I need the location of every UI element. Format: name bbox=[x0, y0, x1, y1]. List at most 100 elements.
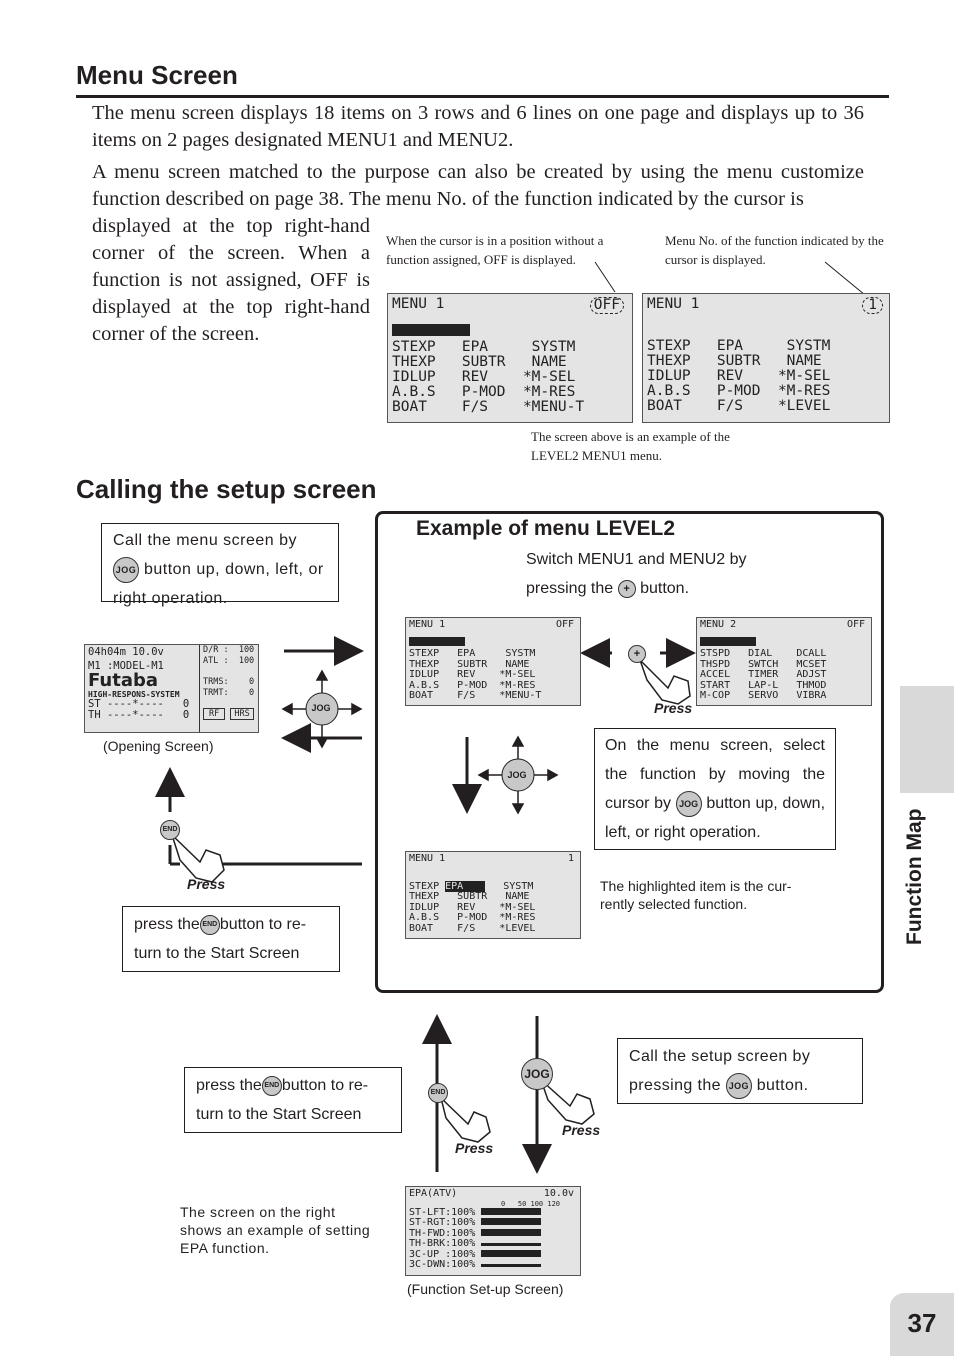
corner-indicator: OFF bbox=[846, 619, 865, 630]
menu-row: BOAT F/S *LEVEL bbox=[647, 398, 831, 414]
press-label: Press bbox=[455, 1140, 494, 1156]
menu-row: IDLUP REV *M-SEL bbox=[647, 368, 831, 384]
cursor-bar bbox=[700, 636, 756, 646]
menu-row: STEXP EPA SYSTM bbox=[392, 339, 576, 355]
section-title-setup: Calling the setup screen bbox=[76, 474, 377, 504]
corner-indicator: 1 bbox=[567, 853, 574, 864]
lcd-level2-selected: MENU 1 1 STEXP EPA SYSTM THEXP SUBTR NAM… bbox=[405, 851, 581, 939]
epa-bar bbox=[481, 1218, 542, 1225]
trms-value: TRMS: 0 bbox=[203, 677, 255, 687]
jog-button-icon: JOG bbox=[725, 1072, 752, 1099]
page-number: 37 bbox=[890, 1293, 954, 1356]
rf-indicator: RF bbox=[203, 708, 226, 720]
cursor-bar bbox=[409, 636, 465, 646]
corner-indicator: OFF bbox=[555, 619, 574, 630]
menu-row: STEXP EPA SYSTM bbox=[409, 648, 536, 659]
epa-note: The screen on the right shows an example… bbox=[180, 1204, 371, 1256]
hrs-indicator: HRS bbox=[230, 708, 254, 720]
epa-bar bbox=[481, 1243, 542, 1246]
call-menu-text-2: button up, down, left, or right operatio… bbox=[113, 561, 324, 607]
menu-row: STEXP EPA SYSTM bbox=[647, 338, 831, 354]
jog-button-icon: JOG bbox=[675, 790, 702, 817]
menu-row: ACCEL TIMER ADJST bbox=[700, 669, 827, 680]
lcd-title: MENU 1 bbox=[647, 296, 700, 312]
voltage: 10.0v bbox=[543, 1188, 574, 1199]
epa-bar bbox=[481, 1207, 542, 1215]
switch-text-2: pressing the bbox=[526, 580, 614, 597]
select-function-box: On the menu screen, select the function … bbox=[594, 728, 836, 850]
lcd-menu1-off: MENU 1 OFF STEXP EPA SYSTM THEXP SUBTR N… bbox=[387, 293, 633, 423]
menu-item: SYSTM bbox=[485, 880, 534, 892]
lcd-title: MENU 1 bbox=[392, 296, 445, 312]
menu-item: STEXP bbox=[409, 880, 446, 892]
end-button-icon: END bbox=[199, 914, 220, 935]
press-label: Press bbox=[562, 1122, 601, 1138]
jog-button-icon: JOG bbox=[113, 556, 139, 583]
opening-caption: (Opening Screen) bbox=[103, 738, 214, 754]
opening-right-panel: D/R : 100 ATL : 100 TRMS: 0 TRMT: 0 RF H… bbox=[199, 645, 258, 732]
selected-item: EPA bbox=[445, 880, 486, 892]
jog-dial-icon: JOG bbox=[311, 703, 331, 713]
manual-page: Menu Screen The menu screen displays 18 … bbox=[0, 0, 954, 1356]
end-button-icon: END bbox=[160, 820, 180, 840]
lcd-menu1-number: MENU 1 1 STEXP EPA SYSTM THEXP SUBTR NAM… bbox=[642, 293, 890, 423]
epa-row: 3C-DWN:100% bbox=[409, 1259, 476, 1270]
epa-row: ST-RGT:100% bbox=[409, 1217, 476, 1228]
call-menu-box: Call the menu screen by JOG button up, d… bbox=[101, 523, 339, 607]
menu-row: M-COP SERVO VIBRA bbox=[700, 690, 827, 701]
menu-row: IDLUP REV *M-SEL bbox=[392, 369, 576, 385]
epa-bar bbox=[481, 1264, 542, 1267]
side-tab bbox=[900, 686, 954, 793]
menu-row: A.B.S P-MOD *M-RES bbox=[409, 912, 536, 923]
lcd-opening-screen: 04h04m 10.0v M1 :MODEL-M1 Futaba HIGH-RE… bbox=[84, 644, 259, 733]
menu-row: BOAT F/S *MENU-T bbox=[409, 690, 542, 701]
menu-row: A.B.S P-MOD *M-RES bbox=[392, 384, 576, 400]
switch-text-3: button. bbox=[640, 580, 690, 597]
return-start-box-2: press the END button to re-turn to the Sta… bbox=[184, 1067, 402, 1133]
menu-para-2-cont: displayed at the top right-hand corner o… bbox=[92, 215, 370, 345]
press-label: Press bbox=[654, 700, 693, 716]
return-text: press the bbox=[196, 1077, 262, 1094]
menu-row: A.B.S P-MOD *M-RES bbox=[647, 383, 831, 399]
epa-row: ST-LFT:100% bbox=[409, 1206, 476, 1218]
trmt-value: TRMT: 0 bbox=[203, 688, 255, 698]
epa-row: TH-FWD:100% bbox=[409, 1227, 476, 1239]
end-button-icon: END bbox=[428, 1083, 448, 1103]
call-setup-text-2: button. bbox=[756, 1077, 809, 1094]
menu-row: BOAT F/S *LEVEL bbox=[409, 922, 536, 934]
menu-para-2: A menu screen matched to the purpose can… bbox=[92, 161, 864, 210]
plus-button-icon: + bbox=[628, 645, 646, 663]
return-text: press the bbox=[134, 916, 200, 933]
call-menu-text: Call the menu screen by bbox=[113, 532, 298, 549]
epa-bar bbox=[481, 1249, 542, 1257]
jog-button-icon: JOG bbox=[521, 1058, 553, 1090]
press-label: Press bbox=[187, 876, 226, 892]
menu-row: THEXP SUBTR NAME bbox=[409, 891, 530, 902]
atl-value: ATL : 100 bbox=[203, 656, 255, 666]
menu-row: IDLUP REV *M-SEL bbox=[409, 669, 536, 680]
cursor-bar bbox=[392, 324, 470, 336]
menu-caption: The screen above is an example of the LE… bbox=[531, 429, 730, 463]
menu-row: THEXP SUBTR NAME bbox=[647, 353, 822, 369]
lcd-epa-setup: EPA(ATV) 10.0v 0 50 100 120 ST-LFT:100% … bbox=[405, 1186, 581, 1276]
switch-note: Switch MENU1 and MENU2 by pressing the +… bbox=[526, 545, 826, 603]
epa-bar bbox=[481, 1228, 542, 1236]
side-tab-label: Function Map bbox=[903, 808, 926, 945]
lcd-level2-menu2: MENU 2 OFF STSPD DIAL DCALL THSPD SWTCH … bbox=[696, 617, 872, 706]
lcd-title: MENU 1 bbox=[409, 619, 446, 630]
lcd-level2-menu1: MENU 1 OFF STEXP EPA SYSTM THEXP SUBTR N… bbox=[405, 617, 581, 706]
menu-row: BOAT F/S *MENU-T bbox=[392, 399, 585, 415]
return-start-box-1: press the END button to re-turn to the Sta… bbox=[122, 906, 340, 972]
call-setup-box: Call the setup screen by pressing the JO… bbox=[617, 1038, 863, 1104]
level2-title: Example of menu LEVEL2 bbox=[416, 517, 676, 540]
menu-row: THEXP SUBTR NAME bbox=[392, 354, 567, 370]
lcd-title: MENU 2 bbox=[700, 619, 737, 630]
function-setup-caption: (Function Set-up Screen) bbox=[407, 1281, 564, 1297]
epa-row: 3C-UP :100% bbox=[409, 1248, 476, 1260]
menu-para-1: The menu screen displays 18 items on 3 r… bbox=[92, 102, 864, 151]
switch-text: Switch MENU1 and MENU2 by bbox=[526, 551, 747, 568]
corner-off-indicator: OFF bbox=[589, 297, 624, 314]
corner-menu-number: 1 bbox=[862, 297, 883, 314]
jog-dial-icon: JOG bbox=[507, 770, 527, 780]
epa-row: TH-BRK:100% bbox=[409, 1238, 476, 1249]
